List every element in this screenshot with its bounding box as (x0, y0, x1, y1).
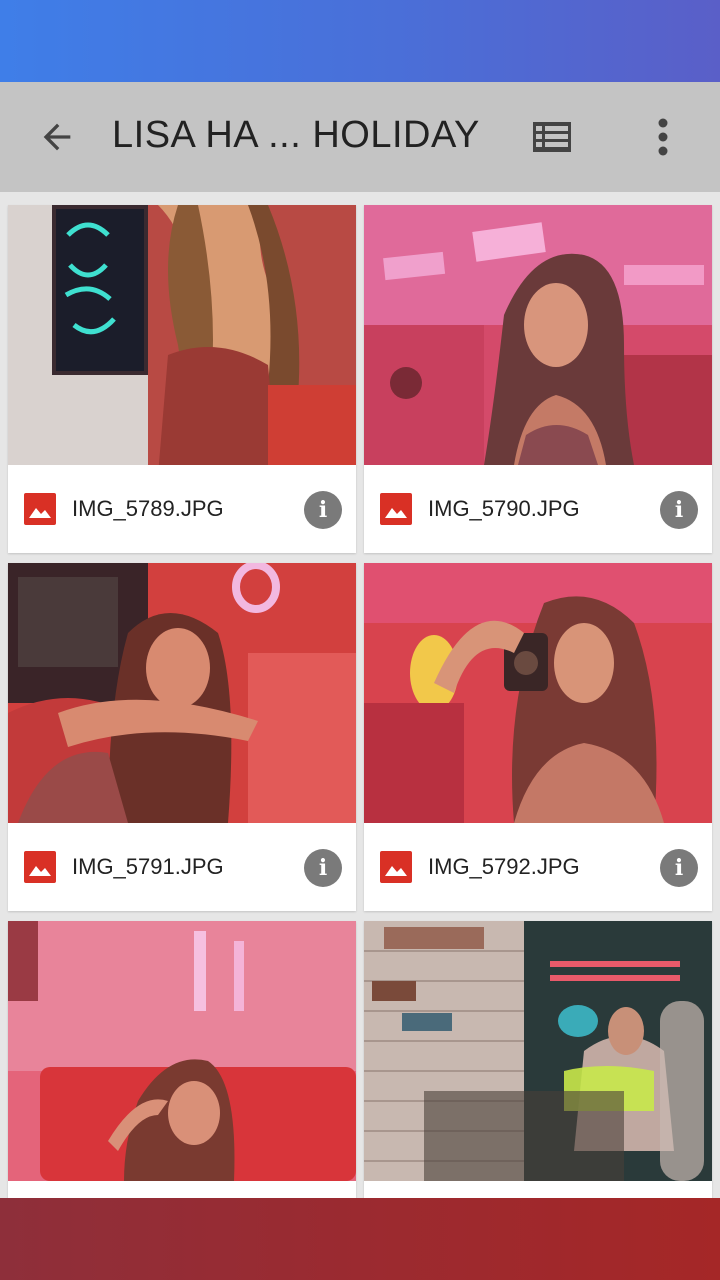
file-grid: IMG_5789.JPG i IMG_5790.JPG i IMG_5791.J… (0, 192, 720, 1198)
file-card[interactable]: i (8, 921, 356, 1198)
image-file-icon (24, 851, 56, 883)
file-info-row[interactable]: IMG_5791.JPG i (8, 823, 356, 911)
app-bar: LISA HA ... HOLIDAY (0, 82, 720, 192)
file-card[interactable]: IMG_5789.JPG i (8, 205, 356, 553)
file-info-row[interactable]: IMG_5789.JPG i (8, 465, 356, 553)
file-name: IMG_5790.JPG (428, 496, 580, 521)
file-card[interactable]: IMG_5792.JPG i (364, 563, 712, 911)
file-info-row[interactable]: IMG_5790.JPG i (364, 465, 712, 553)
file-name: IMG_5789.JPG (72, 496, 224, 521)
info-button[interactable]: i (660, 849, 698, 887)
file-info-row[interactable]: i (8, 1181, 356, 1198)
photo-thumbnail[interactable] (8, 563, 356, 823)
back-button[interactable] (32, 112, 82, 162)
list-view-button[interactable] (526, 112, 578, 162)
photo-thumbnail[interactable] (364, 563, 712, 823)
info-icon: i (318, 497, 328, 523)
file-card[interactable]: IMG_5791.JPG i (8, 563, 356, 911)
info-icon: i (318, 855, 328, 881)
photo-thumbnail[interactable] (364, 205, 712, 465)
info-button[interactable]: i (304, 849, 342, 887)
arrow-back-icon (43, 123, 71, 151)
status-bar (0, 0, 720, 82)
image-file-icon (24, 493, 56, 525)
file-info-row[interactable]: IMG_5792.JPG i (364, 823, 712, 911)
file-card[interactable]: i (364, 921, 712, 1198)
image-file-icon (380, 851, 412, 883)
info-icon: i (674, 855, 684, 881)
photo-thumbnail[interactable] (364, 921, 712, 1181)
info-icon: i (674, 497, 684, 523)
photo-thumbnail[interactable] (8, 205, 356, 465)
list-view-icon (533, 122, 571, 152)
info-button[interactable]: i (304, 491, 342, 529)
file-card[interactable]: IMG_5790.JPG i (364, 205, 712, 553)
more-options-button[interactable] (644, 112, 682, 162)
photo-thumbnail[interactable] (8, 921, 356, 1181)
image-file-icon (380, 493, 412, 525)
file-info-row[interactable]: i (364, 1181, 712, 1198)
navigation-bar (0, 1198, 720, 1280)
more-vert-icon (658, 118, 668, 156)
info-button[interactable]: i (660, 491, 698, 529)
file-name: IMG_5792.JPG (428, 854, 580, 879)
page-title: LISA HA ... HOLIDAY (112, 114, 480, 156)
file-name: IMG_5791.JPG (72, 854, 224, 879)
